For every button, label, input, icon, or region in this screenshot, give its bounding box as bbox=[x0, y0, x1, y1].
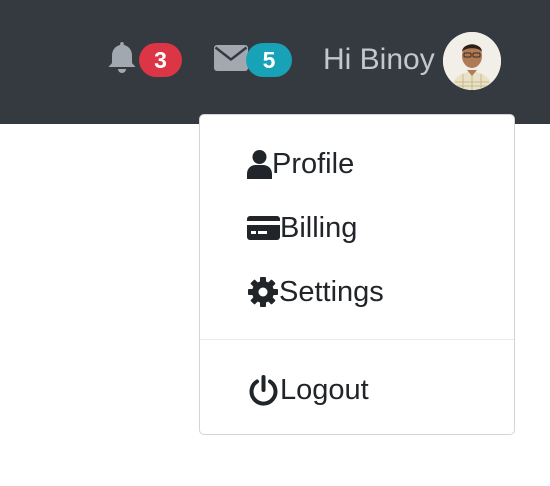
messages-badge[interactable]: 5 bbox=[246, 43, 292, 77]
top-navbar: 3 5 Hi Binoy bbox=[0, 0, 550, 124]
menu-item-label: Profile bbox=[272, 147, 355, 180]
menu-item-label: Billing bbox=[280, 211, 358, 244]
menu-item-label: Logout bbox=[280, 373, 369, 406]
gear-icon bbox=[247, 276, 279, 308]
avatar[interactable] bbox=[443, 32, 501, 90]
notifications-badge[interactable]: 3 bbox=[139, 43, 182, 77]
menu-divider bbox=[200, 339, 514, 340]
credit-card-icon bbox=[247, 216, 280, 240]
envelope-icon[interactable] bbox=[214, 45, 248, 71]
menu-item-logout[interactable]: Logout bbox=[200, 365, 514, 415]
power-icon bbox=[247, 374, 280, 407]
bell-icon[interactable] bbox=[106, 40, 138, 74]
user-icon bbox=[247, 149, 272, 179]
user-dropdown-menu: Profile Billing Settings Logout bbox=[199, 114, 515, 435]
user-greeting[interactable]: Hi Binoy bbox=[323, 40, 435, 80]
menu-item-label: Settings bbox=[279, 275, 384, 308]
menu-item-billing[interactable]: Billing bbox=[200, 203, 514, 253]
menu-item-profile[interactable]: Profile bbox=[200, 139, 514, 189]
menu-item-settings[interactable]: Settings bbox=[200, 267, 514, 317]
